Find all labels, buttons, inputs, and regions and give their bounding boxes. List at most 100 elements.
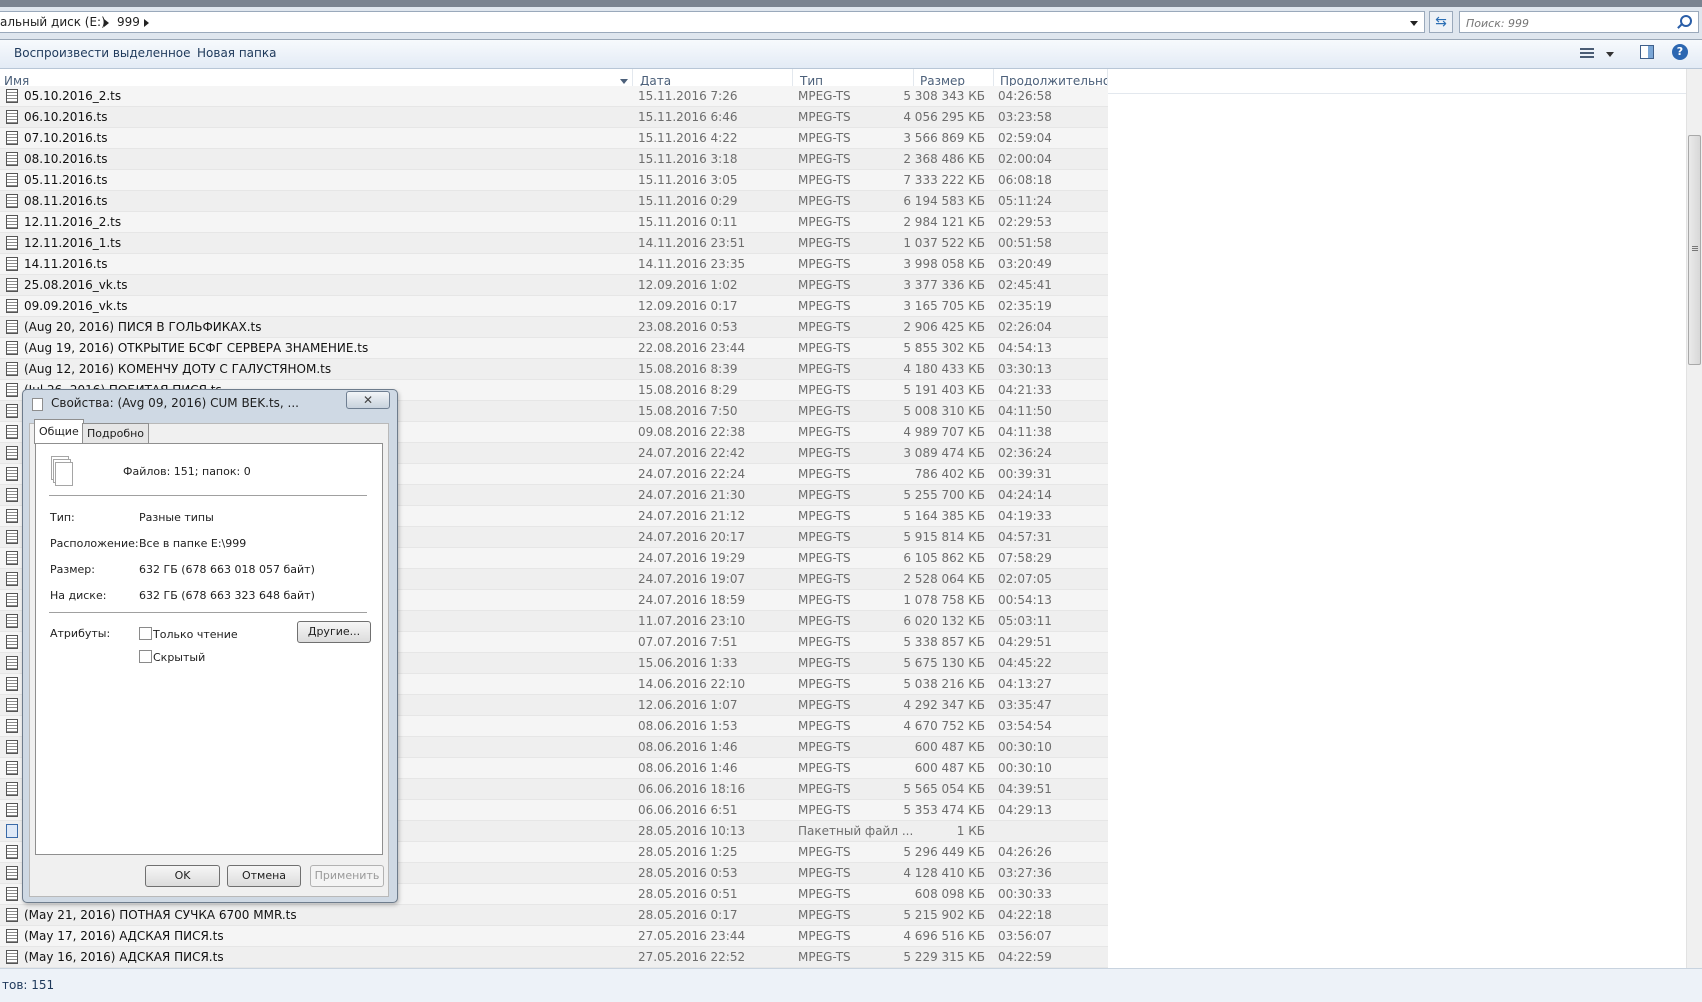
file-duration: 00:30:10 bbox=[998, 740, 1052, 754]
file-date: 24.07.2016 21:30 bbox=[638, 488, 746, 502]
play-selected-button[interactable]: Воспроизвести выделенное bbox=[14, 46, 191, 60]
file-duration: 03:30:13 bbox=[998, 362, 1052, 376]
file-duration: 04:22:59 bbox=[998, 950, 1052, 964]
file-row[interactable]: 25.08.2016_vk.ts 12.09.2016 1:02 MPEG-TS 3 … bbox=[0, 275, 1108, 296]
size-label: Размер: bbox=[50, 563, 95, 576]
breadcrumb-arrow-icon[interactable] bbox=[104, 19, 109, 27]
file-row[interactable]: 07.10.2016.ts 15.11.2016 4:22 MPEG-TS 3 566… bbox=[0, 128, 1108, 149]
file-name: 12.11.2016_1.ts bbox=[24, 236, 122, 250]
view-list-icon[interactable] bbox=[1580, 48, 1594, 59]
hidden-checkbox[interactable] bbox=[139, 650, 152, 663]
video-file-icon bbox=[6, 614, 18, 628]
file-date: 15.06.2016 1:33 bbox=[638, 656, 738, 670]
file-size: 608 098 КБ bbox=[914, 887, 985, 901]
other-attributes-button[interactable]: Другие... bbox=[297, 621, 371, 643]
file-row[interactable]: 06.10.2016.ts 15.11.2016 6:46 MPEG-TS 4 056… bbox=[0, 107, 1108, 128]
file-date: 28.05.2016 0:17 bbox=[638, 908, 738, 922]
view-dropdown-icon[interactable] bbox=[1606, 52, 1614, 57]
file-row[interactable]: 12.11.2016_2.ts 15.11.2016 0:11 MPEG-TS 2 9… bbox=[0, 212, 1108, 233]
file-type: MPEG-TS bbox=[798, 299, 851, 313]
address-bar[interactable]: альный диск (E:) 999 bbox=[0, 11, 1425, 33]
file-type: MPEG-TS bbox=[798, 89, 851, 103]
command-bar: Воспроизвести выделенное Новая папка ? bbox=[0, 40, 1702, 69]
file-size: 2 906 425 КБ bbox=[903, 320, 985, 334]
file-row[interactable]: 08.10.2016.ts 15.11.2016 3:18 MPEG-TS 2 368… bbox=[0, 149, 1108, 170]
search-icon[interactable] bbox=[1680, 15, 1692, 27]
file-name: (May 16, 2016) АДСКАЯ ПИСЯ.ts bbox=[24, 950, 224, 964]
file-type: MPEG-TS bbox=[798, 950, 851, 964]
file-size: 5 296 449 КБ bbox=[903, 845, 985, 859]
type-value: Разные типы bbox=[139, 511, 214, 524]
file-type: MPEG-TS bbox=[798, 614, 851, 628]
file-type: MPEG-TS bbox=[798, 110, 851, 124]
video-file-icon bbox=[6, 845, 18, 859]
file-row[interactable]: (Aug 19, 2016) ОТКРЫТИЕ БСФГ СЕРВЕРА ЗНА… bbox=[0, 338, 1108, 359]
file-duration: 04:54:13 bbox=[998, 341, 1052, 355]
file-size: 7 333 222 КБ bbox=[903, 173, 985, 187]
tab-details[interactable]: Подробно bbox=[82, 423, 150, 443]
file-date: 15.11.2016 0:29 bbox=[638, 194, 738, 208]
video-file-icon bbox=[6, 950, 18, 964]
location-value: Все в папке E:\999 bbox=[139, 537, 247, 550]
file-duration: 04:26:26 bbox=[998, 845, 1052, 859]
file-row[interactable]: (May 17, 2016) АДСКАЯ ПИСЯ.ts 27.05.2016 … bbox=[0, 926, 1108, 947]
file-row[interactable]: (May 21, 2016) ПОТНАЯ СУЧКА 6700 MMR.ts 2… bbox=[0, 905, 1108, 926]
file-date: 08.06.2016 1:46 bbox=[638, 761, 738, 775]
readonly-label[interactable]: Только чтение bbox=[153, 628, 238, 641]
search-box[interactable] bbox=[1459, 11, 1699, 33]
file-row[interactable]: 05.11.2016.ts 15.11.2016 3:05 MPEG-TS 7 333… bbox=[0, 170, 1108, 191]
breadcrumb-folder[interactable]: 999 bbox=[117, 15, 140, 29]
video-file-icon bbox=[6, 362, 18, 376]
file-name: 25.08.2016_vk.ts bbox=[24, 278, 128, 292]
file-date: 15.11.2016 3:05 bbox=[638, 173, 738, 187]
file-date: 24.07.2016 18:59 bbox=[638, 593, 746, 607]
video-file-icon bbox=[6, 299, 18, 313]
video-file-icon bbox=[6, 425, 18, 439]
breadcrumb-drive[interactable]: альный диск (E:) bbox=[0, 15, 106, 29]
video-file-icon bbox=[6, 887, 18, 901]
file-type: MPEG-TS bbox=[798, 929, 851, 943]
file-type: MPEG-TS bbox=[798, 362, 851, 376]
address-dropdown-icon[interactable] bbox=[1410, 21, 1418, 26]
help-icon[interactable]: ? bbox=[1672, 44, 1688, 60]
file-size: 4 989 707 КБ bbox=[903, 425, 985, 439]
ok-button[interactable]: OK bbox=[145, 865, 220, 887]
file-row[interactable]: 14.11.2016.ts 14.11.2016 23:35 MPEG-TS 3 99… bbox=[0, 254, 1108, 275]
file-row[interactable]: 05.10.2016_2.ts 15.11.2016 7:26 MPEG-TS 5 3… bbox=[0, 86, 1108, 107]
search-input[interactable] bbox=[1464, 14, 1668, 32]
file-row[interactable]: (Aug 20, 2016) ПИСЯ В ГОЛЬФИКАХ.ts 23.08.… bbox=[0, 317, 1108, 338]
new-folder-button[interactable]: Новая папка bbox=[197, 46, 276, 60]
file-duration: 04:26:58 bbox=[998, 89, 1052, 103]
file-row[interactable]: 08.11.2016.ts 15.11.2016 0:29 MPEG-TS 6 194… bbox=[0, 191, 1108, 212]
file-size: 5 191 403 КБ bbox=[903, 383, 985, 397]
cancel-button[interactable]: Отмена bbox=[227, 865, 301, 887]
hidden-label[interactable]: Скрытый bbox=[153, 651, 205, 664]
separator bbox=[49, 612, 367, 613]
tab-general[interactable]: Общие bbox=[34, 419, 84, 444]
file-duration: 04:11:38 bbox=[998, 425, 1052, 439]
scrollbar-thumb[interactable] bbox=[1688, 135, 1701, 365]
file-duration: 00:30:10 bbox=[998, 761, 1052, 775]
file-date: 28.05.2016 1:25 bbox=[638, 845, 738, 859]
dialog-close-button[interactable]: ✕ bbox=[346, 391, 390, 409]
disk-size-label: На диске: bbox=[50, 589, 107, 602]
refresh-button[interactable]: ⇆ bbox=[1429, 11, 1453, 33]
file-date: 24.07.2016 20:17 bbox=[638, 530, 746, 544]
file-row[interactable]: 12.11.2016_1.ts 14.11.2016 23:51 MPEG-TS 1 … bbox=[0, 233, 1108, 254]
file-date: 15.11.2016 3:18 bbox=[638, 152, 738, 166]
apply-button[interactable]: Применить bbox=[310, 865, 384, 887]
file-duration: 07:58:29 bbox=[998, 551, 1052, 565]
multiple-files-icon bbox=[51, 456, 73, 486]
file-duration: 03:23:58 bbox=[998, 110, 1052, 124]
video-file-icon bbox=[6, 509, 18, 523]
preview-pane-icon[interactable] bbox=[1640, 45, 1654, 59]
file-row[interactable]: 09.09.2016_vk.ts 12.09.2016 0:17 MPEG-TS 3 … bbox=[0, 296, 1108, 317]
file-type: MPEG-TS bbox=[798, 593, 851, 607]
readonly-checkbox[interactable] bbox=[139, 627, 152, 640]
video-file-icon bbox=[6, 803, 18, 817]
file-row[interactable]: (Aug 12, 2016) КОМЕНЧУ ДОТУ С ГАЛУСТЯНОМ… bbox=[0, 359, 1108, 380]
breadcrumb-arrow-icon[interactable] bbox=[144, 19, 149, 27]
video-file-icon bbox=[6, 782, 18, 796]
file-row[interactable]: (May 16, 2016) АДСКАЯ ПИСЯ.ts 27.05.2016 … bbox=[0, 947, 1108, 968]
vertical-scrollbar[interactable] bbox=[1686, 69, 1702, 968]
